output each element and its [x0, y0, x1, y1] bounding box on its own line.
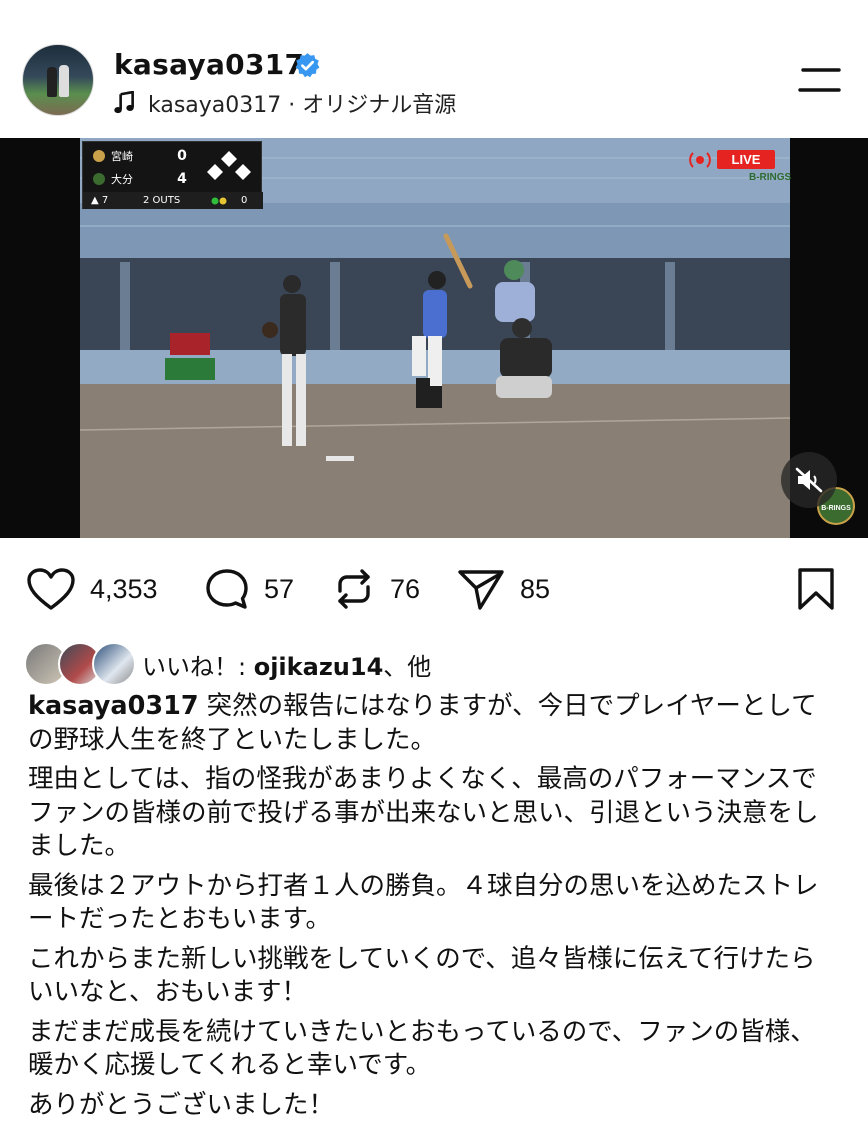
share-count: 85	[520, 573, 551, 604]
repost-count: 76	[390, 573, 421, 604]
live-badge: LIVE	[717, 150, 775, 169]
scoreboard: 宮崎 0 大分 4 ▲ 7 2 OUTS 0	[82, 141, 263, 209]
corner-logo-text: B-RINGS	[821, 505, 851, 512]
action-bar: 4,353 57 76 85	[0, 540, 868, 640]
heart-icon	[27, 568, 75, 610]
liked-by-text: いいね！: ojikazu14、他	[142, 647, 431, 682]
liker-avatar	[92, 642, 136, 686]
bases-diamond-icon	[207, 151, 251, 180]
like-button[interactable]: 4,353	[26, 567, 158, 611]
liked-by-prefix: いいね！:	[142, 652, 254, 681]
scoreboard-status: ▲ 7 2 OUTS 0	[83, 192, 263, 209]
menu-icon[interactable]	[797, 66, 843, 94]
caption-paragraph: 理由としては、指の怪我があまりよくなく、最高のパフォーマンスでファンの皆様の前で…	[28, 764, 819, 861]
caption-paragraph: これからまた新しい挑戦をしていくので、追々皆様に伝えて行けたらいいなと、おもいま…	[28, 943, 816, 1008]
paper-plane-icon	[458, 570, 504, 610]
caption-paragraph: ありがとうございました！	[28, 1089, 335, 1120]
caption-paragraph: 最後は２アウトから打者１人の勝負。４球自分の思いを込めたストレートだったとおもい…	[28, 870, 819, 935]
username-link[interactable]: kasaya0317	[114, 48, 304, 81]
comment-button[interactable]: 57	[204, 567, 294, 611]
mute-toggle-button[interactable]	[781, 452, 837, 508]
caption-username[interactable]: kasaya0317	[28, 691, 199, 721]
avatar-figure	[59, 65, 69, 97]
like-count: 4,353	[90, 573, 158, 604]
post-header: kasaya0317 kasaya0317 · オリジナル音源	[0, 0, 868, 138]
outs-indicator: 2 OUTS	[143, 195, 181, 206]
team-top-score: 0	[177, 148, 187, 164]
post-caption: kasaya0317 突然の報告にはなりますが、今日でプレイヤーとしての野球人生…	[28, 690, 840, 1128]
liked-by-username[interactable]: ojikazu14	[254, 653, 384, 681]
verified-badge-icon	[295, 53, 320, 78]
audio-label: kasaya0317 · オリジナル音源	[148, 93, 457, 118]
music-note-icon	[114, 91, 134, 114]
caption-paragraph: まだまだ成長を続けていきたいとおもっているので、ファンの皆様、暖かく応援してくれ…	[28, 1016, 816, 1081]
inning-indicator: ▲ 7	[91, 195, 109, 206]
save-button[interactable]	[796, 567, 836, 611]
liked-by-row[interactable]: いいね！: ojikazu14、他	[24, 642, 431, 686]
repost-button[interactable]: 76	[332, 567, 420, 611]
video-player[interactable]: B-RINGS B-RINGS 宮崎 0 大分 4 ▲ 7 2 OUTS 0 L…	[0, 138, 868, 538]
count-indicator: 0	[241, 195, 248, 206]
avatar-figure	[47, 67, 57, 97]
share-button[interactable]: 85	[456, 567, 550, 611]
profile-avatar[interactable]	[22, 44, 94, 116]
caption-paragraph: kasaya0317 突然の報告にはなりますが、今日でプレイヤーとしての野球人生…	[28, 690, 840, 757]
liked-by-suffix: 、他	[383, 652, 432, 681]
repost-icon	[338, 569, 370, 609]
team-bottom-score: 4	[177, 171, 187, 187]
audio-link[interactable]: kasaya0317 · オリジナル音源	[114, 88, 456, 118]
liker-avatars	[24, 642, 136, 686]
ball-strike-dots-icon	[211, 197, 227, 204]
muted-speaker-icon	[795, 467, 823, 493]
bookmark-icon	[798, 568, 834, 610]
comment-bubble-icon	[206, 569, 248, 609]
team-logos-icon	[93, 150, 105, 185]
comment-count: 57	[264, 573, 295, 604]
